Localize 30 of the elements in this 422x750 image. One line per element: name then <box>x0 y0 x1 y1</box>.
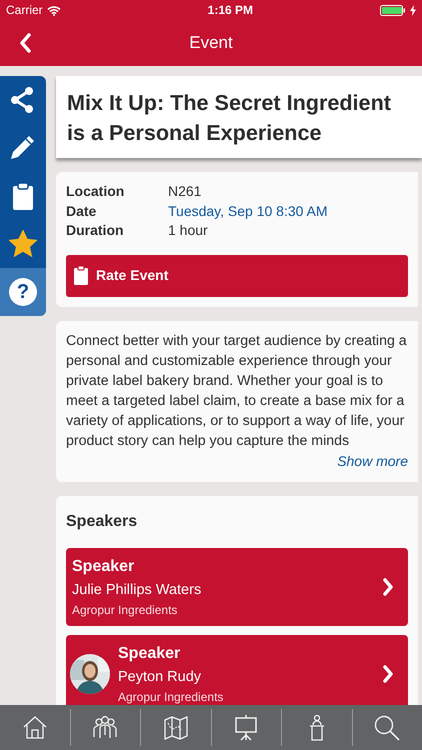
speaker-role: Speaker <box>72 556 136 576</box>
speaker-item[interactable]: Speaker Peyton Rudy Agropur Ingredients <box>66 634 408 705</box>
rate-event-button[interactable]: Rate Event <box>66 254 408 296</box>
detail-label: Date <box>66 202 98 220</box>
clipboard-icon <box>74 266 88 285</box>
speaker-company: Agropur Ingredients <box>118 688 224 704</box>
help-button[interactable]: ? <box>0 268 46 316</box>
speakers-heading: Speakers <box>66 512 138 532</box>
description-text: Connect better with your target audience by creating a personal and customizable experience through your private label bakery brand. Whether your goal is to meet a targeted label claim, to create a base mix for a variety of applications, or to support a way of life, your product story can help you capture the minds <box>66 332 408 450</box>
event-title: Mix It Up: The Secret Ingredient is a Personal Experience <box>56 76 422 158</box>
chevron-icon <box>382 576 394 596</box>
date-link[interactable]: Tuesday, Sep 10 8:30 AM <box>168 202 328 221</box>
back-icon <box>18 32 32 53</box>
speaker-name: Julie Phillips Waters <box>72 580 202 600</box>
speaker-company: Agropur Ingredients <box>72 602 178 618</box>
speaker-name: Peyton Rudy <box>118 668 202 686</box>
detail-value: N261 <box>168 182 202 201</box>
help-icon: ? <box>9 278 37 306</box>
battery-icon <box>380 5 406 16</box>
detail-value: 1 hour <box>168 221 208 240</box>
carrier-name: Carrier <box>6 2 43 19</box>
wifi-icon <box>46 6 61 16</box>
detail-label: Duration <box>66 221 125 240</box>
speaker-role: Speaker <box>118 644 182 664</box>
speaker-item[interactable]: Speaker Julie Phillips Waters Agropur Ingredients <box>66 548 408 626</box>
status-time: 1:16 PM <box>206 2 254 19</box>
chevron-icon <box>382 664 394 684</box>
detail-label: Location <box>66 182 126 201</box>
screen-title: Event <box>189 32 233 54</box>
show-more-link[interactable]: Show more <box>337 452 408 468</box>
